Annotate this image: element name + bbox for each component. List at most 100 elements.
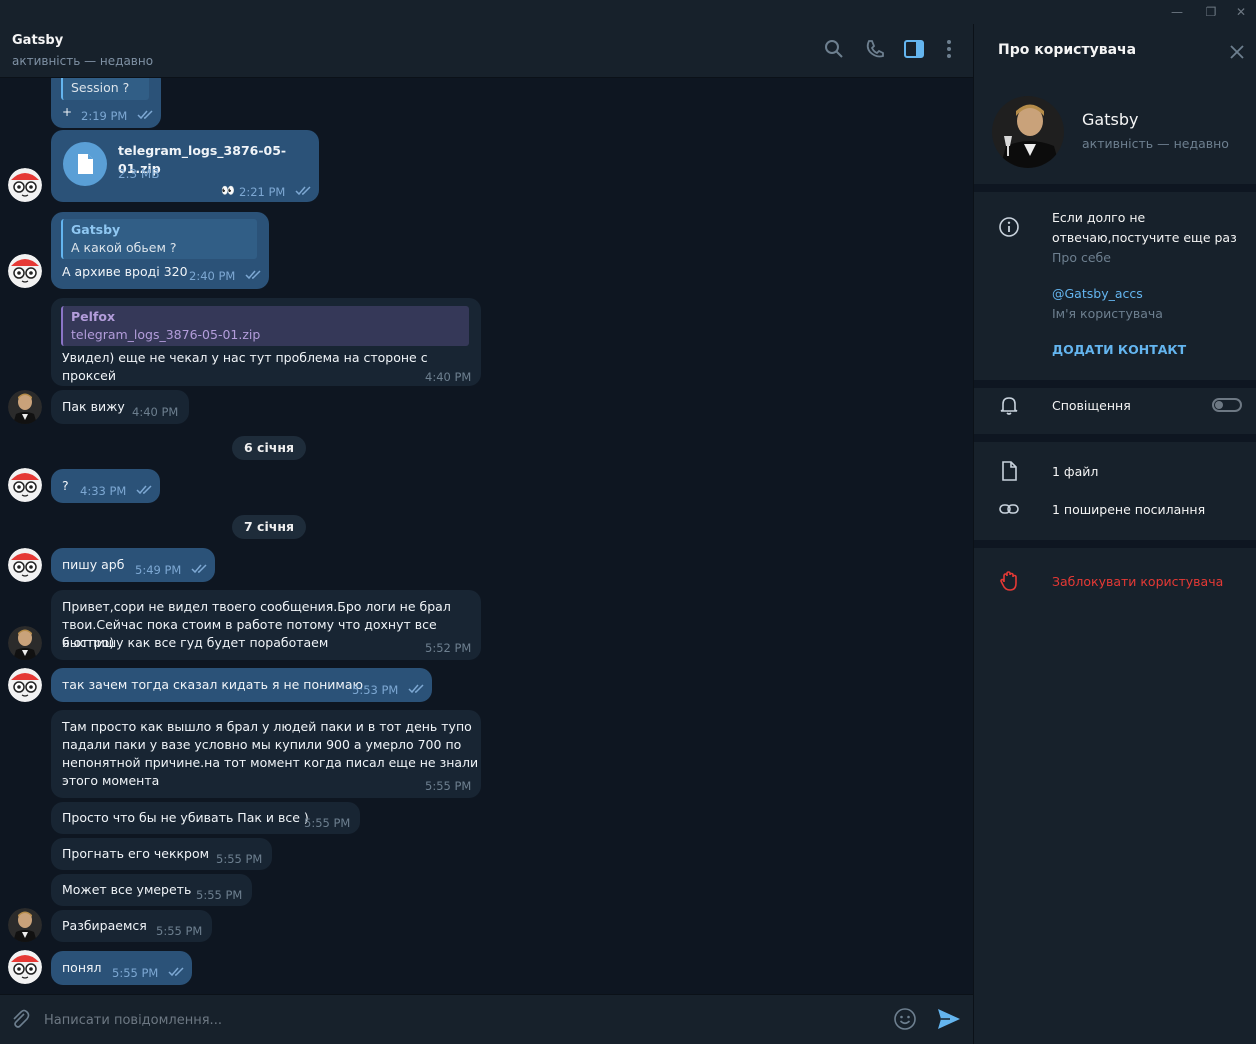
message-outgoing[interactable]: Session ? + 2:19 PM <box>51 78 161 128</box>
file-size: 2.3 MB <box>118 167 160 181</box>
message-incoming[interactable]: Прогнать его чеккром 5:55 PM <box>51 838 272 870</box>
gatsby-avatar-icon <box>992 96 1064 168</box>
close-window-button[interactable]: ✕ <box>1226 2 1256 22</box>
message-incoming[interactable]: Просто что бы не убивать Пак и все ) 5:5… <box>51 802 360 834</box>
message-time: 5:55 PM <box>156 924 203 938</box>
section-divider <box>974 184 1256 192</box>
message-incoming[interactable]: Разбираемся 5:55 PM <box>51 910 212 942</box>
message-time: 4:40 PM <box>425 370 472 384</box>
section-divider <box>974 380 1256 388</box>
shared-files-item[interactable]: 1 файл <box>1052 464 1098 479</box>
notifications-label: Сповіщення <box>1052 398 1131 413</box>
message-time: 5:55 PM <box>304 816 351 830</box>
message-text: Увидел) еще не чекал у нас тут проблема … <box>62 350 428 383</box>
section-divider <box>974 434 1256 442</box>
message-incoming[interactable]: Пак вижу 4:40 PM <box>51 390 189 424</box>
chat-status: активність — недавно <box>12 54 154 68</box>
avatar-cat[interactable] <box>8 254 42 288</box>
message-time: 2:21 PM <box>239 185 286 199</box>
more-menu-icon[interactable] <box>938 38 960 60</box>
avatar-cat[interactable] <box>8 548 42 582</box>
avatar-cat[interactable] <box>8 168 42 202</box>
info-icon <box>999 217 1019 237</box>
message-outgoing[interactable]: ? 4:33 PM <box>51 469 160 503</box>
search-icon[interactable] <box>823 38 845 60</box>
block-hand-icon <box>1000 571 1017 591</box>
message-outgoing[interactable]: понял 5:55 PM <box>51 951 192 985</box>
cat-avatar-icon <box>8 468 42 502</box>
avatar-gatsby[interactable] <box>8 626 42 660</box>
notifications-toggle[interactable] <box>1212 398 1242 412</box>
block-user-button[interactable]: Заблокувати користувача <box>1052 574 1223 589</box>
message-time: 5:52 PM <box>425 641 472 655</box>
avatar-gatsby[interactable] <box>8 908 42 942</box>
read-ticks-icon <box>137 110 153 120</box>
message-text: + <box>62 105 73 119</box>
avatar-cat[interactable] <box>8 668 42 702</box>
chat-header: Gatsby активність — недавно <box>0 24 973 78</box>
message-incoming[interactable]: Может все умереть 5:55 PM <box>51 874 252 906</box>
message-text-line: Привет,сори не видел твоего сообщения.Бр… <box>62 599 451 614</box>
avatar-gatsby[interactable] <box>8 390 42 424</box>
message-incoming[interactable]: Там просто как вышло я брал у людей паки… <box>51 710 481 798</box>
gatsby-avatar-icon <box>8 626 42 660</box>
message-time: 4:40 PM <box>132 405 179 419</box>
message-text: Прогнать его чеккром <box>62 846 210 861</box>
reaction-eyes[interactable]: 👀 <box>221 182 235 200</box>
message-time: 5:55 PM <box>425 779 472 793</box>
restore-button[interactable]: ❐ <box>1196 2 1226 22</box>
message-text-line: я отпишу как все гуд будет поработаем <box>62 635 329 650</box>
username-label: Ім'я користувача <box>1052 306 1163 321</box>
message-text: пишу арб <box>62 557 125 572</box>
username-link[interactable]: @Gatsby_accs <box>1052 286 1143 301</box>
cat-avatar-icon <box>8 254 42 288</box>
chat-title[interactable]: Gatsby <box>12 33 63 48</box>
cat-avatar-icon <box>8 668 42 702</box>
phone-icon[interactable] <box>864 38 886 60</box>
read-ticks-icon <box>168 967 184 977</box>
shared-links-item[interactable]: 1 поширене посилання <box>1052 502 1205 517</box>
date-separator: 7 січня <box>232 515 306 539</box>
minimize-button[interactable]: — <box>1162 2 1192 22</box>
message-text-line: Там просто как вышло я брал у людей паки… <box>62 719 472 734</box>
gatsby-avatar-icon <box>8 390 42 424</box>
bio-label: Про себе <box>1052 250 1111 265</box>
message-text: Может все умереть <box>62 882 192 897</box>
gatsby-avatar-icon <box>8 908 42 942</box>
bio-text-line: отвечаю,постучите еще раз <box>1052 230 1237 245</box>
profile-status: активність — недавно <box>1082 136 1229 151</box>
message-outgoing[interactable]: так зачем тогда сказал кидать я не поним… <box>51 668 432 702</box>
message-input[interactable] <box>44 1009 864 1031</box>
quote-text: А какой обьем ? <box>71 240 177 255</box>
file-icon[interactable] <box>63 142 107 186</box>
user-info-panel: Про користувача Gatsby активність — неда… <box>973 24 1256 1044</box>
message-incoming[interactable]: Привет,сори не видел твоего сообщения.Бр… <box>51 590 481 660</box>
cat-avatar-icon <box>8 950 42 984</box>
message-list[interactable]: Session ? + 2:19 PM telegram_logs_3876-0… <box>0 78 973 994</box>
read-ticks-icon <box>295 186 311 196</box>
read-ticks-icon <box>245 270 261 280</box>
message-time: 5:53 PM <box>352 683 399 697</box>
message-text: Просто что бы не убивать Пак и все ) <box>62 810 309 825</box>
message-outgoing[interactable]: Gatsby А какой обьем ? А архиве вроді 32… <box>51 212 269 289</box>
quote-text: telegram_logs_3876-05-01.zip <box>71 327 261 342</box>
message-incoming[interactable]: Pelfox telegram_logs_3876-05-01.zip Увид… <box>51 298 481 386</box>
message-outgoing[interactable]: пишу арб 5:49 PM <box>51 548 215 582</box>
close-icon[interactable] <box>1229 44 1245 60</box>
message-text: Пак вижу <box>62 399 125 414</box>
message-text: А архиве вроді 320 <box>62 264 188 279</box>
message-text: понял <box>62 960 102 975</box>
send-icon[interactable] <box>936 1007 962 1031</box>
add-contact-button[interactable]: ДОДАТИ КОНТАКТ <box>1052 342 1186 357</box>
message-time: 5:55 PM <box>196 888 243 902</box>
attach-icon[interactable] <box>9 1008 31 1030</box>
avatar-cat[interactable] <box>8 950 42 984</box>
message-file[interactable]: telegram_logs_3876-05-01.zip 2.3 MB 👀 2:… <box>51 130 319 202</box>
read-ticks-icon <box>408 684 424 694</box>
profile-avatar[interactable] <box>992 96 1064 168</box>
emoji-icon[interactable] <box>893 1007 917 1031</box>
avatar-cat[interactable] <box>8 468 42 502</box>
message-text-line: падали паки у вазе условно мы купили 900… <box>62 737 462 752</box>
file-icon <box>1002 461 1017 481</box>
sidebar-toggle-icon[interactable] <box>903 38 925 60</box>
